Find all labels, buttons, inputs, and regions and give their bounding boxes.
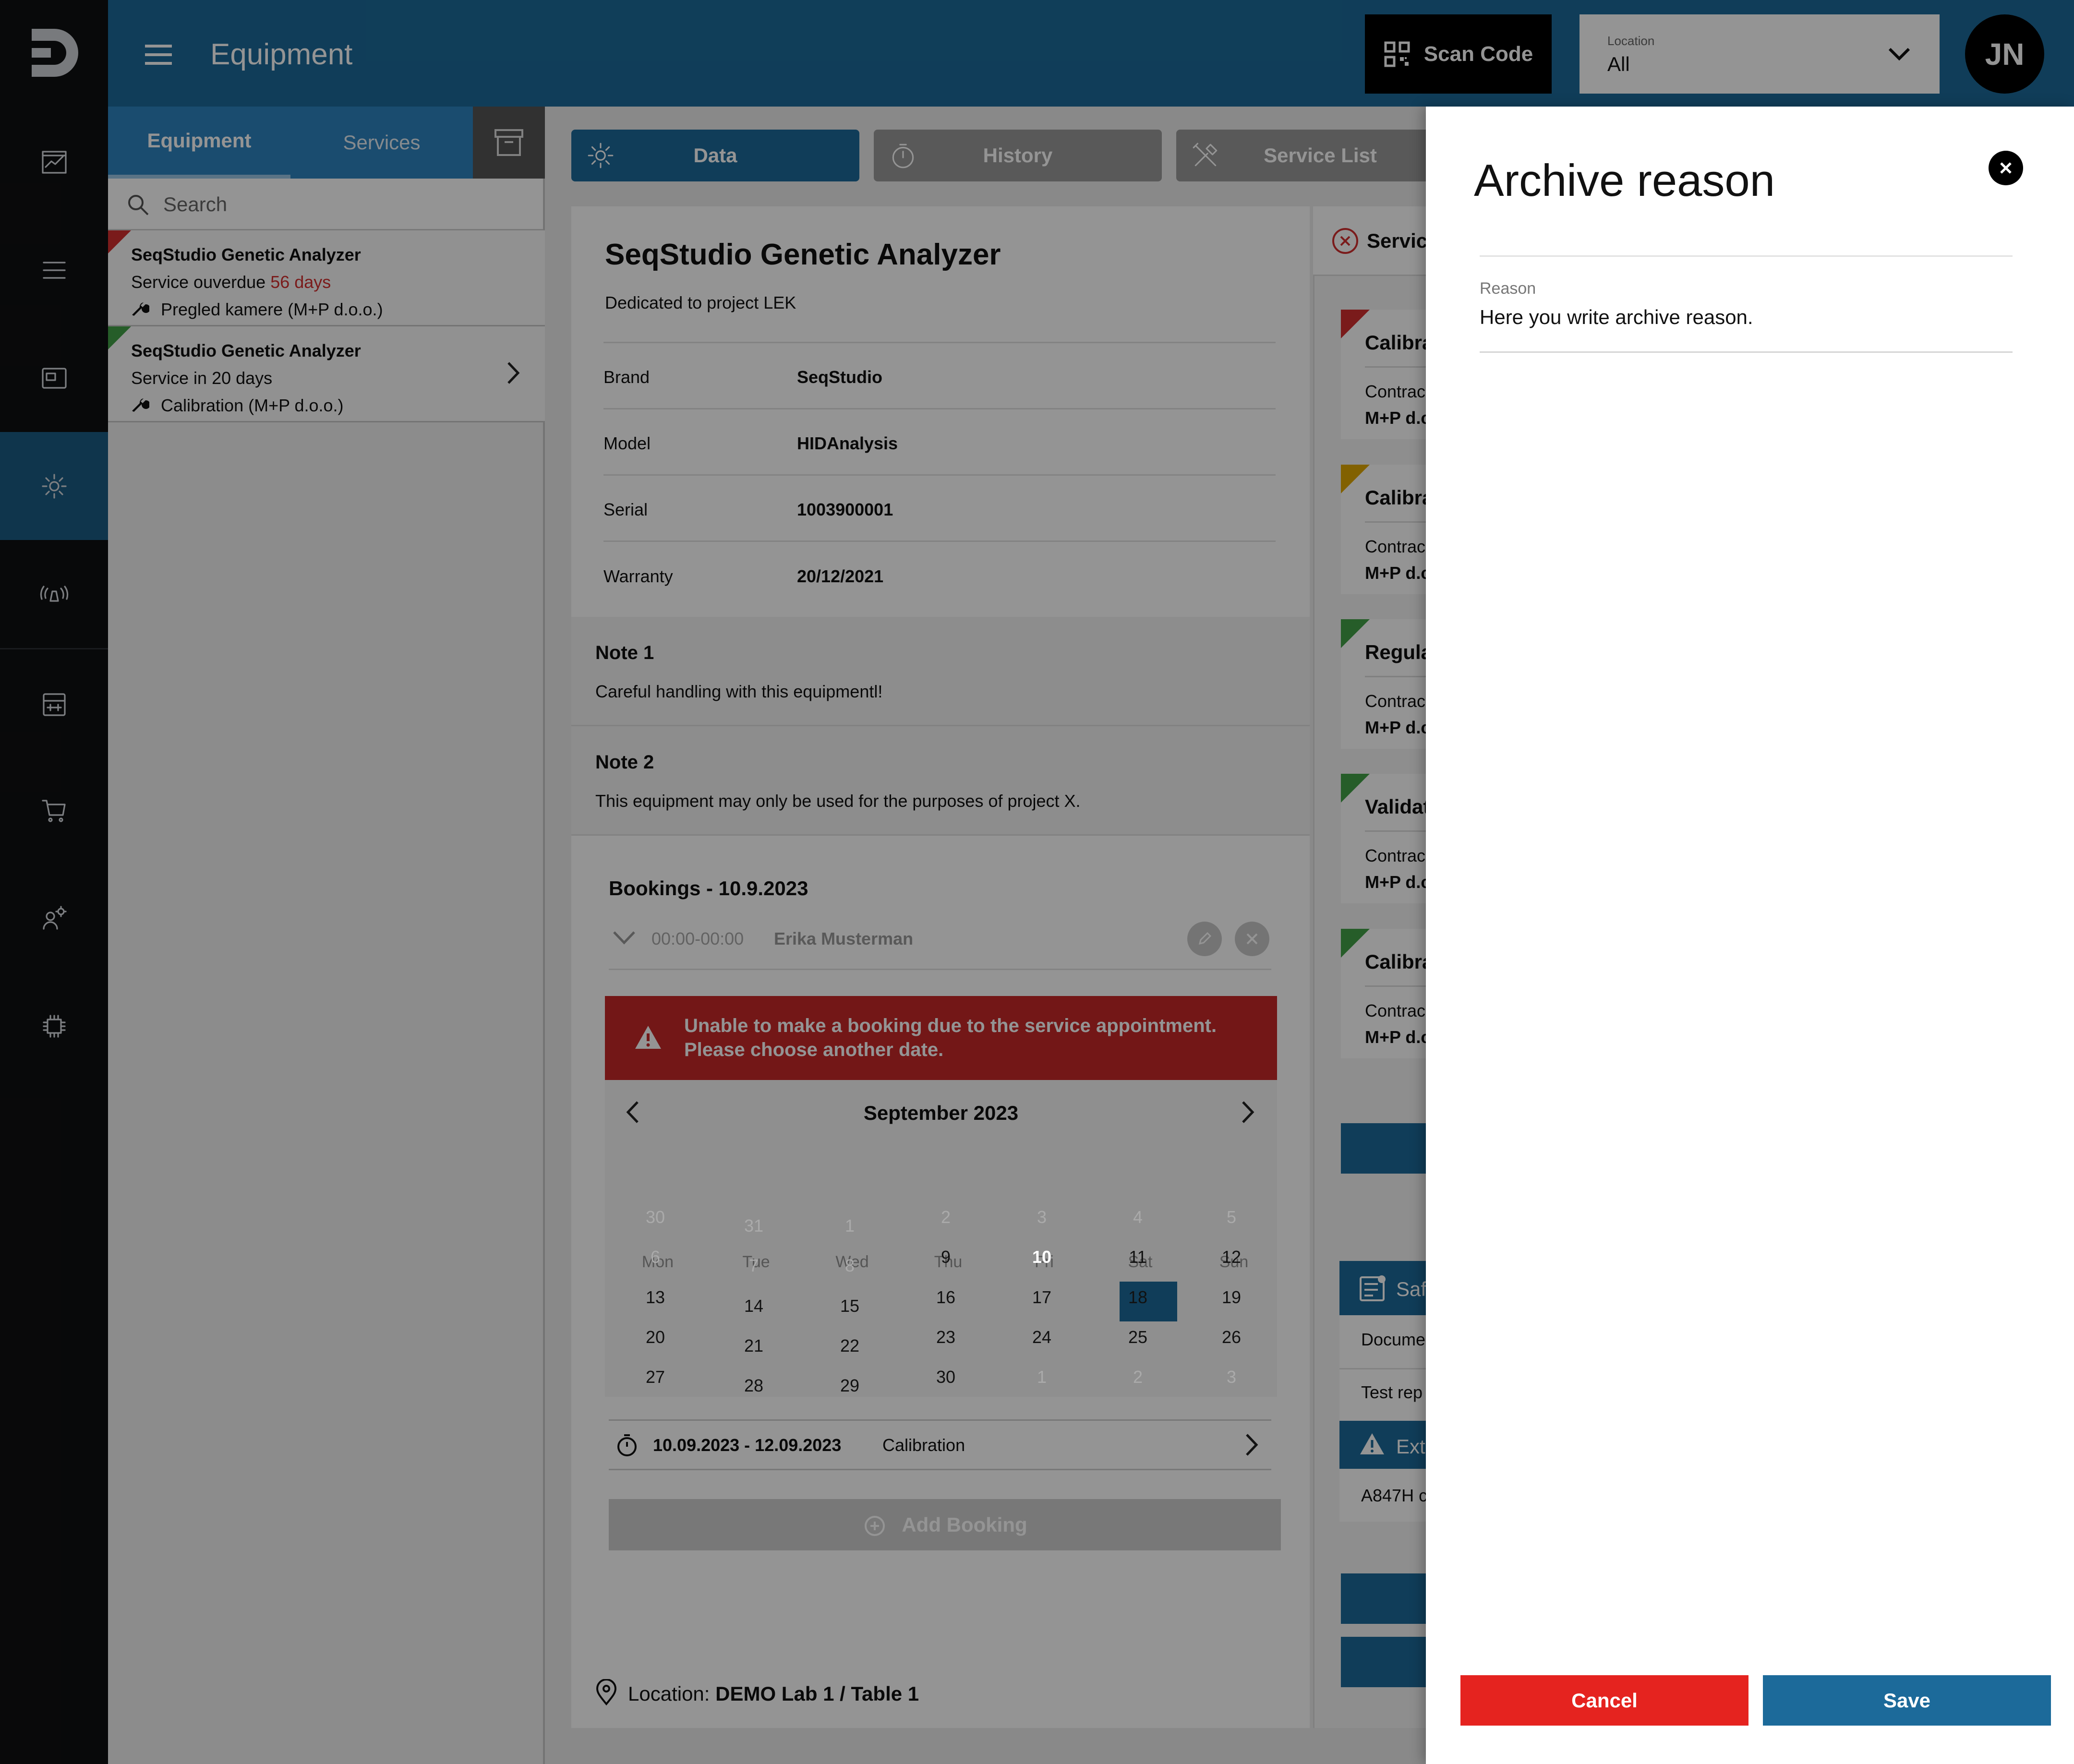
calendar-day[interactable]: 23 bbox=[917, 1327, 975, 1347]
cancel-button[interactable]: Cancel bbox=[1460, 1675, 1748, 1726]
calendar-day[interactable]: 17 bbox=[1013, 1287, 1071, 1308]
calendar-day[interactable]: 11 bbox=[1109, 1247, 1167, 1267]
reason-field-label: Reason bbox=[1480, 279, 1536, 298]
calendar-day[interactable]: 14 bbox=[725, 1296, 783, 1316]
calendar-day[interactable]: 2 bbox=[1109, 1367, 1167, 1387]
calendar-day[interactable]: 16 bbox=[917, 1287, 975, 1308]
calendar-day[interactable]: 25 bbox=[1109, 1327, 1167, 1347]
save-button[interactable]: Save bbox=[1763, 1675, 2051, 1726]
calendar-day[interactable]: 13 bbox=[627, 1287, 684, 1308]
calendar-day[interactable]: 12 bbox=[1203, 1247, 1260, 1267]
calendar-day[interactable]: 24 bbox=[1013, 1327, 1071, 1347]
archive-reason-dialog: Archive reason Reason Here you write arc… bbox=[1426, 107, 2074, 1764]
calendar-day[interactable]: 31 bbox=[725, 1216, 783, 1236]
calendar-day[interactable]: 19 bbox=[1203, 1287, 1260, 1308]
calendar-day[interactable]: 7 bbox=[725, 1256, 783, 1276]
calendar-day[interactable]: 30 bbox=[917, 1367, 975, 1387]
calendar-day[interactable]: 27 bbox=[627, 1367, 684, 1387]
calendar-day[interactable]: 22 bbox=[821, 1336, 879, 1356]
calendar-day[interactable]: 9 bbox=[917, 1247, 975, 1267]
calendar-day[interactable]: 6 bbox=[627, 1247, 684, 1267]
calendar-day[interactable]: 8 bbox=[821, 1256, 879, 1276]
calendar-day[interactable]: 5 bbox=[1203, 1207, 1260, 1227]
calendar-day[interactable]: 21 bbox=[725, 1336, 783, 1356]
calendar-day[interactable]: 30 bbox=[627, 1207, 684, 1227]
close-icon[interactable] bbox=[1989, 151, 2023, 185]
calendar-day[interactable]: 4 bbox=[1109, 1207, 1167, 1227]
reason-input-underline bbox=[1480, 351, 2013, 353]
reason-input[interactable]: Here you write archive reason. bbox=[1480, 306, 2013, 329]
calendar-day[interactable]: 1 bbox=[1013, 1367, 1071, 1387]
calendar-day[interactable]: 15 bbox=[821, 1296, 879, 1316]
calendar-day[interactable]: 28 bbox=[725, 1376, 783, 1396]
dialog-title: Archive reason bbox=[1474, 155, 1775, 205]
calendar-day[interactable]: 18 bbox=[1109, 1287, 1167, 1308]
calendar-day[interactable]: 10 bbox=[1013, 1247, 1071, 1267]
calendar-day[interactable]: 26 bbox=[1203, 1327, 1260, 1347]
calendar-day[interactable]: 20 bbox=[627, 1327, 684, 1347]
calendar-day[interactable]: 29 bbox=[821, 1376, 879, 1396]
calendar-day[interactable]: 2 bbox=[917, 1207, 975, 1227]
calendar-day[interactable]: 3 bbox=[1203, 1367, 1260, 1387]
calendar-day[interactable]: 1 bbox=[821, 1216, 879, 1236]
calendar-day[interactable]: 3 bbox=[1013, 1207, 1071, 1227]
divider bbox=[1480, 255, 2013, 257]
